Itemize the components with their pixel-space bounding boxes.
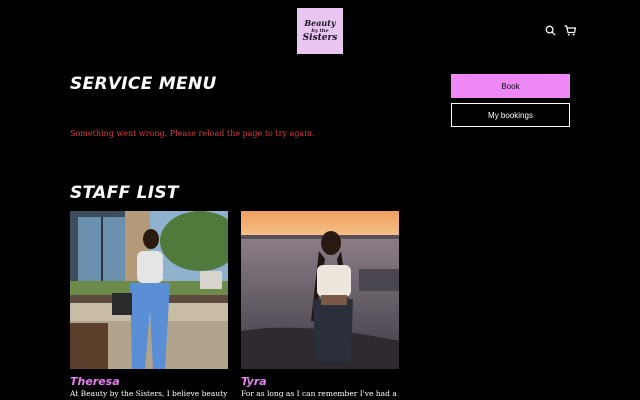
service-menu-title: SERVICE MENU	[70, 74, 217, 94]
staff-photo-theresa	[70, 211, 228, 369]
logo-text-line1: Beauty	[304, 18, 336, 28]
error-message: Something went wrong. Please reload the …	[70, 129, 315, 138]
cart-button[interactable]	[563, 23, 577, 37]
cart-icon	[564, 24, 576, 35]
staff-list-title: STAFF LIST	[70, 183, 179, 203]
search-button[interactable]	[543, 23, 557, 37]
staff-bio: For as long as I can remember I've had a	[241, 389, 397, 398]
logo-text-line3: Sisters	[302, 33, 338, 43]
my-bookings-button[interactable]: My bookings	[451, 103, 570, 127]
staff-bio: At Beauty by the Sisters, I believe beau…	[70, 389, 228, 398]
staff-card-tyra[interactable]: Tyra For as long as I can remember I've …	[241, 211, 399, 399]
book-button[interactable]: Book	[451, 74, 570, 98]
staff-card-theresa[interactable]: Theresa At Beauty by the Sisters, I beli…	[70, 211, 228, 399]
brand-logo[interactable]: Beauty by the Sisters	[297, 8, 343, 54]
staff-name: Tyra	[241, 375, 267, 388]
search-icon	[545, 25, 556, 36]
staff-photo-tyra	[241, 211, 399, 369]
staff-name: Theresa	[70, 375, 120, 388]
